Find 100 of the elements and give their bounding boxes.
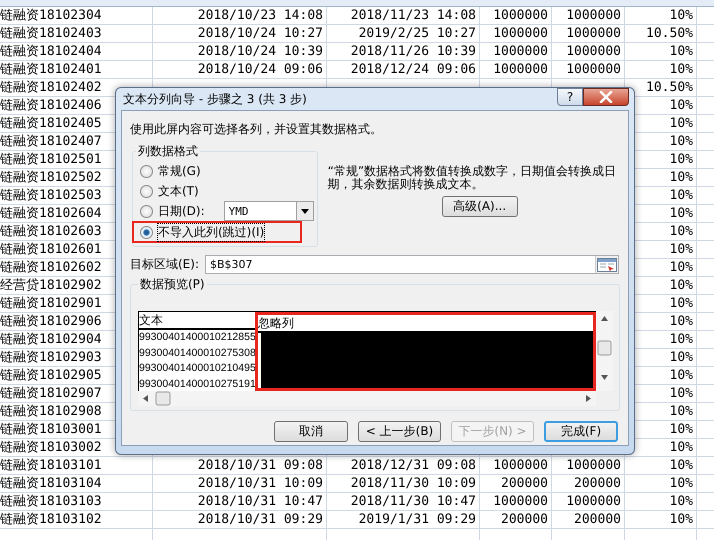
table-cell: 10% xyxy=(670,62,693,77)
advanced-button[interactable]: 高级(A)... xyxy=(442,196,518,217)
table-cell: 2018/11/30 10:09 xyxy=(350,476,476,491)
table-cell: 10% xyxy=(670,386,693,401)
table-cell: 10% xyxy=(670,260,693,275)
table-cell: 链融资18103104 xyxy=(0,476,102,491)
table-cell: 1000000 xyxy=(493,26,548,41)
table-cell: 2018/10/31 09:29 xyxy=(198,512,323,527)
close-button[interactable] xyxy=(583,88,629,106)
date-format-dropdown[interactable]: YMD xyxy=(224,201,314,221)
table-cell: 10% xyxy=(670,98,693,113)
table-cell: 10% xyxy=(670,116,693,131)
table-cell: 2018/11/26 10:39 xyxy=(350,44,476,59)
column-header[interactable]: 忽略列 xyxy=(258,315,593,333)
table-cell: 10% xyxy=(670,224,693,239)
table-cell: 链融资18102602 xyxy=(0,260,102,275)
table-cell: 链融资18102403 xyxy=(0,26,102,41)
table-cell: 1000000 xyxy=(566,44,621,59)
option-label[interactable]: 文本(T) xyxy=(158,182,199,200)
option-label[interactable]: 不导入此列(跳过)(I) xyxy=(158,224,264,240)
table-cell: 1000000 xyxy=(566,8,621,23)
column-header[interactable]: 文本 xyxy=(139,312,255,330)
table-cell: 2019/2/25 10:27 xyxy=(358,26,476,41)
dialog-button[interactable]: 取消 xyxy=(274,421,348,442)
option-label[interactable]: 常规(G) xyxy=(158,162,201,180)
table-cell: 200000 xyxy=(501,512,548,527)
table-cell: 1000000 xyxy=(566,458,621,473)
horizontal-scrollbar[interactable] xyxy=(138,391,596,406)
table-cell: 链融资18102603 xyxy=(0,224,102,239)
table-cell: 链融资18102907 xyxy=(0,386,102,401)
table-cell: 链融资18103102 xyxy=(0,512,102,527)
table-cell: 10% xyxy=(670,404,693,419)
table-cell: 10% xyxy=(670,44,693,59)
table-cell: 链融资18103001 xyxy=(0,422,102,437)
table-cell: 200000 xyxy=(501,476,548,491)
field-label: 目标区域(E): xyxy=(130,256,199,273)
table-cell: 2019/1/31 09:29 xyxy=(358,512,476,527)
table-cell: 链融资18102901 xyxy=(0,296,102,311)
table-cell: 1000000 xyxy=(493,458,548,473)
table-cell: 10% xyxy=(670,422,693,437)
table-cell: 链融资18102501 xyxy=(0,152,102,167)
table-cell: 经营贷18102902 xyxy=(0,278,102,293)
group-label: 数据预览(P) xyxy=(139,276,206,293)
table-cell: 2018/10/24 10:39 xyxy=(198,44,323,59)
option-label[interactable]: 日期(D): xyxy=(158,202,205,220)
table-cell: 10% xyxy=(670,350,693,365)
preview-cell-text: 99300401400010212855 xyxy=(139,330,255,345)
table-cell: 10.50% xyxy=(646,80,693,95)
table-cell: 10% xyxy=(670,314,693,329)
table-cell: 2018/10/24 09:06 xyxy=(198,62,323,77)
radio-button[interactable] xyxy=(140,164,153,178)
radio-button[interactable] xyxy=(140,226,153,238)
table-cell: 2018/10/31 10:47 xyxy=(198,494,323,509)
table-cell: 链融资18102503 xyxy=(0,188,102,203)
dialog-button[interactable]: < 上一步(B) xyxy=(358,421,441,442)
table-cell: 10% xyxy=(670,8,693,23)
help-button[interactable]: ? xyxy=(557,88,583,106)
table-cell: 1000000 xyxy=(566,62,621,77)
table-cell: 链融资18102905 xyxy=(0,368,102,383)
table-cell: 10% xyxy=(670,206,693,221)
table-cell: 1000000 xyxy=(493,494,548,509)
table-cell: 10% xyxy=(670,278,693,293)
table-cell: 链融资18103002 xyxy=(0,440,102,455)
table-cell: 链融资18102604 xyxy=(0,206,102,221)
close-icon xyxy=(599,91,613,103)
table-cell: 10% xyxy=(670,440,693,455)
table-cell: 2018/12/31 09:08 xyxy=(350,458,476,473)
table-cell: 链融资18102402 xyxy=(0,80,102,95)
instruction-text: 使用此屏内容可选择各列，并设置其数据格式。 xyxy=(130,121,383,138)
destination-field[interactable]: $B$307 xyxy=(205,255,619,274)
description-text: “常规”数据格式将数值转换成数字，日期值会转换成日期，其余数据则转换成文本。 xyxy=(328,165,618,191)
preview-cell-text: 99300401400010275308 xyxy=(139,346,255,360)
table-cell: 1000000 xyxy=(493,8,548,23)
table-cell: 2018/12/24 09:06 xyxy=(350,62,476,77)
table-cell: 链融资18102304 xyxy=(0,8,102,23)
table-cell: 链融资18102601 xyxy=(0,242,102,257)
table-cell: 1000000 xyxy=(566,26,621,41)
table-cell: 链融资18102407 xyxy=(0,134,102,149)
table-cell: 10% xyxy=(670,188,693,203)
table-cell: 链融资18102904 xyxy=(0,332,102,347)
table-cell: 200000 xyxy=(574,512,621,527)
table-cell: 2018/10/31 10:09 xyxy=(198,476,323,491)
table-cell: 链融资18102406 xyxy=(0,98,102,113)
radio-button[interactable] xyxy=(140,204,153,218)
radio-button[interactable] xyxy=(140,184,153,198)
table-cell: 10% xyxy=(670,242,693,257)
table-cell: 链融资18102903 xyxy=(0,350,102,365)
table-cell: 10% xyxy=(670,170,693,185)
table-cell: 链融资18102908 xyxy=(0,404,102,419)
preview-cell-text: 99300401400010210495 xyxy=(139,361,255,376)
table-cell: 10% xyxy=(670,134,693,149)
table-cell: 1000000 xyxy=(493,62,548,77)
table-cell: 2018/11/23 14:08 xyxy=(350,8,476,23)
table-cell: 10% xyxy=(670,368,693,383)
vertical-scrollbar[interactable] xyxy=(596,311,613,391)
table-cell: 链融资18102502 xyxy=(0,170,102,185)
table-cell: 10% xyxy=(670,296,693,311)
range-picker-icon[interactable] xyxy=(595,256,618,273)
dialog-button[interactable]: 完成(F) xyxy=(544,421,618,442)
table-cell: 10% xyxy=(670,152,693,167)
